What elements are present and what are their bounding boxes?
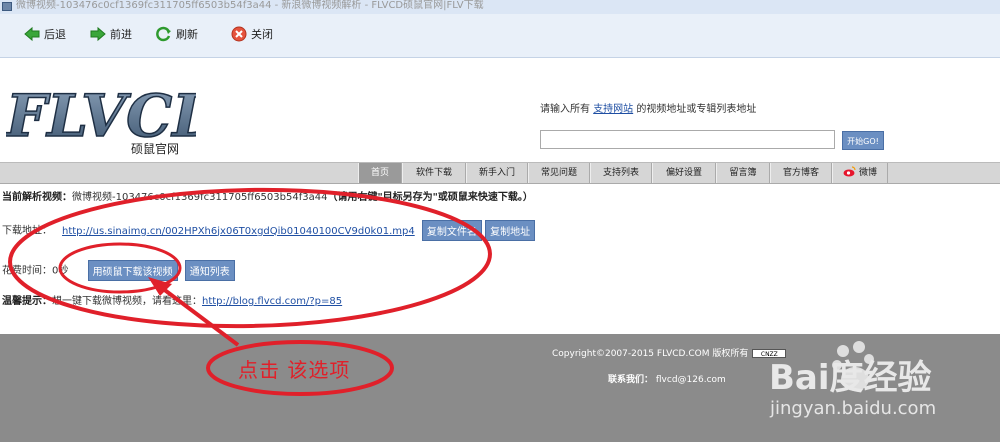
time-label: 花费时间：	[2, 265, 52, 277]
nav-item-faq[interactable]: 常见问题	[528, 163, 590, 183]
close-button[interactable]: 关闭	[231, 25, 273, 43]
parse-result: 当前解析视频：微博视频-103476c0cf1369fc311705ff6503…	[0, 184, 1000, 334]
start-go-button[interactable]: 开始GO!	[842, 131, 884, 150]
time-value: 0秒	[52, 265, 69, 277]
time-row: 花费时间：0秒 用硕鼠下载该视频 通知列表	[2, 260, 235, 281]
contact-info: 联系我们： flvcd@126.com	[608, 372, 726, 385]
contact-label: 联系我们：	[608, 375, 654, 385]
window-title-bar: 微博视频-103476c0cf1369fc311705ff6503b54f3a4…	[0, 0, 1000, 14]
browser-toolbar: 后退 前进 刷新 关闭	[0, 14, 1000, 58]
svg-text:Bai度经验: Bai度经验	[769, 358, 932, 398]
download-label: 下载地址：	[2, 225, 52, 237]
site-header: FLVCD 硕鼠官网 请输入所有 支持网站 的视频地址或专辑列表地址 开始GO!	[0, 58, 1000, 162]
window-title: 微博视频-103476c0cf1369fc311705ff6503b54f3a4…	[16, 0, 484, 11]
forward-label: 前进	[110, 28, 132, 41]
nav-item-software-download[interactable]: 软件下载	[402, 163, 466, 183]
logo-subtitle: 硕鼠官网	[131, 142, 180, 156]
refresh-icon	[156, 26, 171, 42]
baidu-jingyan-watermark: Bai度经验	[769, 341, 932, 398]
nav-item-guestbook[interactable]: 留言簿	[716, 163, 770, 183]
notify-list-button[interactable]: 通知列表	[184, 260, 235, 281]
main-nav: 首页 软件下载 新手入门 常见问题 支持列表 偏好设置 留言簿 官方博客 微博	[0, 162, 1000, 184]
close-icon	[231, 26, 247, 42]
nav-item-support-list[interactable]: 支持列表	[590, 163, 652, 183]
back-button[interactable]: 后退	[24, 25, 66, 43]
prompt-before: 请输入所有	[540, 104, 590, 115]
back-label: 后退	[44, 28, 66, 41]
copy-filename-button[interactable]: 复制文件名	[421, 220, 482, 241]
weibo-icon	[843, 166, 856, 177]
refresh-label: 刷新	[176, 28, 198, 41]
tip-text: 想一键下载微博视频，请看这里：	[52, 296, 202, 307]
video-url-input[interactable]	[540, 130, 835, 149]
contact-email: flvcd@126.com	[655, 375, 726, 385]
tip-blog-link[interactable]: http://blog.flvcd.com/?p=85	[202, 296, 342, 307]
supported-sites-link[interactable]: 支持网站	[593, 104, 633, 115]
nav-item-blog[interactable]: 官方博客	[770, 163, 832, 183]
tip-row: 温馨提示：想一键下载微博视频，请看这里：http://blog.flvcd.co…	[2, 292, 342, 307]
watermark-url: jingyan.baidu.com	[770, 398, 937, 419]
download-url-link[interactable]: http://us.sinaimg.cn/002HPXh6jx06T0xgdQi…	[62, 226, 415, 237]
browser-app-icon	[2, 2, 12, 11]
current-video-label: 当前解析视频：	[2, 192, 72, 203]
tip-label: 温馨提示：	[2, 296, 52, 307]
nav-item-home[interactable]: 首页	[358, 163, 402, 183]
current-video-value: 微博视频-103476c0cf1369fc311705ff6503b54f3a4…	[72, 192, 328, 203]
download-row: 下载地址： http://us.sinaimg.cn/002HPXh6jx06T0…	[2, 220, 536, 241]
nav-item-beginners[interactable]: 新手入门	[466, 163, 528, 183]
annotation-callout: 点击 该选项	[238, 358, 351, 382]
forward-button[interactable]: 前进	[90, 25, 132, 43]
current-video-note: （请用右键"目标另存为"或硕鼠来快速下载。）	[327, 192, 533, 203]
nav-item-preferences[interactable]: 偏好设置	[652, 163, 716, 183]
copy-url-button[interactable]: 复制地址	[485, 220, 536, 241]
prompt-after: 的视频地址或专辑列表地址	[636, 104, 757, 115]
forward-arrow-icon	[90, 26, 106, 42]
nav-item-weibo[interactable]: 微博	[832, 163, 888, 183]
copyright-text: Copyright©2007-2015 FLVCD.COM 版权所有 CNZZ	[552, 346, 787, 359]
close-label: 关闭	[251, 28, 273, 41]
refresh-button[interactable]: 刷新	[156, 25, 198, 43]
back-arrow-icon	[24, 26, 40, 42]
current-video-row: 当前解析视频：微博视频-103476c0cf1369fc311705ff6503…	[2, 188, 533, 203]
url-prompt: 请输入所有 支持网站 的视频地址或专辑列表地址	[540, 100, 756, 115]
download-with-flvcd-button[interactable]: 用硕鼠下载该视频	[87, 260, 178, 281]
